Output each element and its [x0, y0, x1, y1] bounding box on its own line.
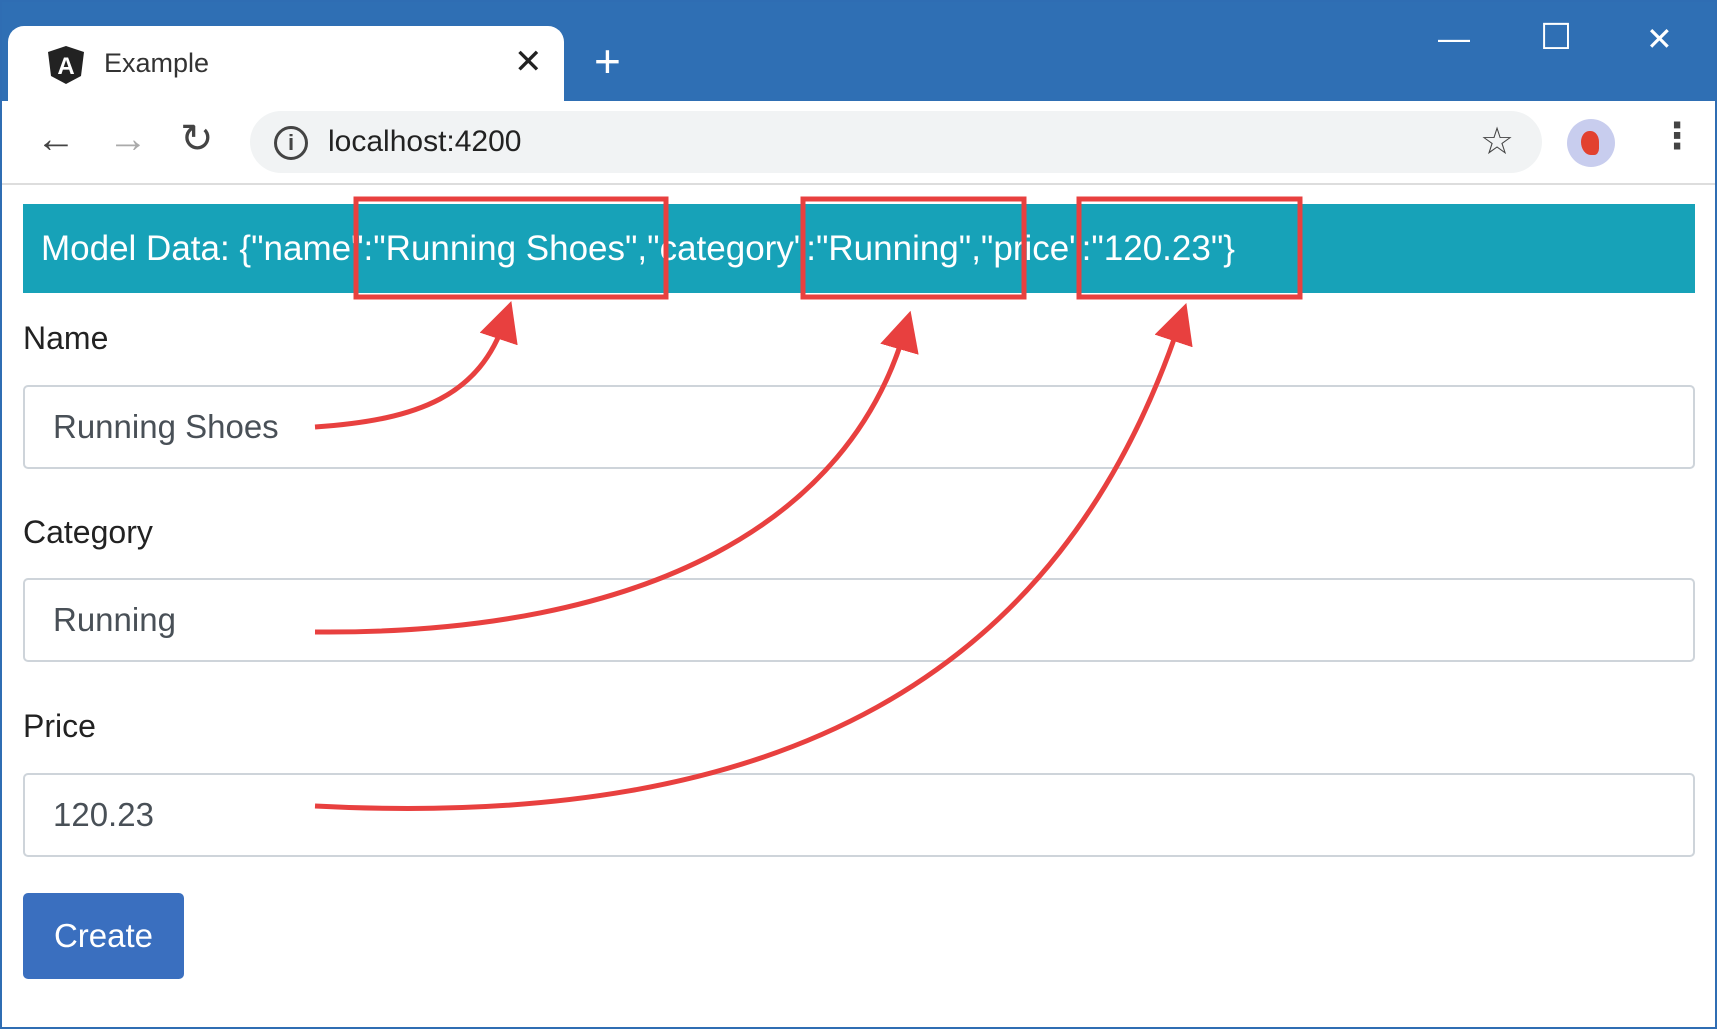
tab-title: Example [104, 48, 210, 78]
browser-toolbar: ← → ↻ i localhost:4200 ☆ ⋮ [2, 101, 1715, 185]
category-input[interactable] [23, 578, 1695, 662]
browser-tab[interactable]: A Example ✕ [8, 26, 564, 102]
url-text[interactable]: localhost:4200 [328, 125, 521, 159]
minimize-icon[interactable]: — [1438, 20, 1470, 57]
price-input[interactable] [23, 773, 1695, 857]
create-button[interactable]: Create [23, 893, 184, 979]
model-data-banner: Model Data: {"name":"Running Shoes","cat… [23, 204, 1695, 293]
category-label: Category [23, 514, 153, 550]
tab-close-icon[interactable]: ✕ [514, 42, 543, 82]
browser-titlebar: A Example ✕ + — ☐ ✕ [0, 0, 1717, 102]
address-bar[interactable]: i localhost:4200 ☆ [250, 111, 1542, 173]
price-label: Price [23, 708, 96, 744]
forward-arrow-icon[interactable]: → [108, 117, 148, 161]
maximize-icon[interactable]: ☐ [1540, 16, 1572, 58]
new-tab-button[interactable]: + [594, 38, 621, 84]
kebab-menu-icon[interactable]: ⋮ [1659, 115, 1695, 157]
name-input[interactable] [23, 385, 1695, 469]
bookmark-star-icon[interactable]: ☆ [1480, 119, 1514, 164]
angular-logo-icon: A [48, 46, 84, 84]
info-icon[interactable]: i [274, 126, 308, 160]
back-arrow-icon[interactable]: ← [36, 117, 76, 161]
svg-text:A: A [57, 53, 74, 80]
profile-avatar[interactable] [1567, 119, 1615, 167]
reload-icon[interactable]: ↻ [180, 117, 214, 161]
name-label: Name [23, 320, 109, 356]
window-close-icon[interactable]: ✕ [1646, 20, 1673, 58]
